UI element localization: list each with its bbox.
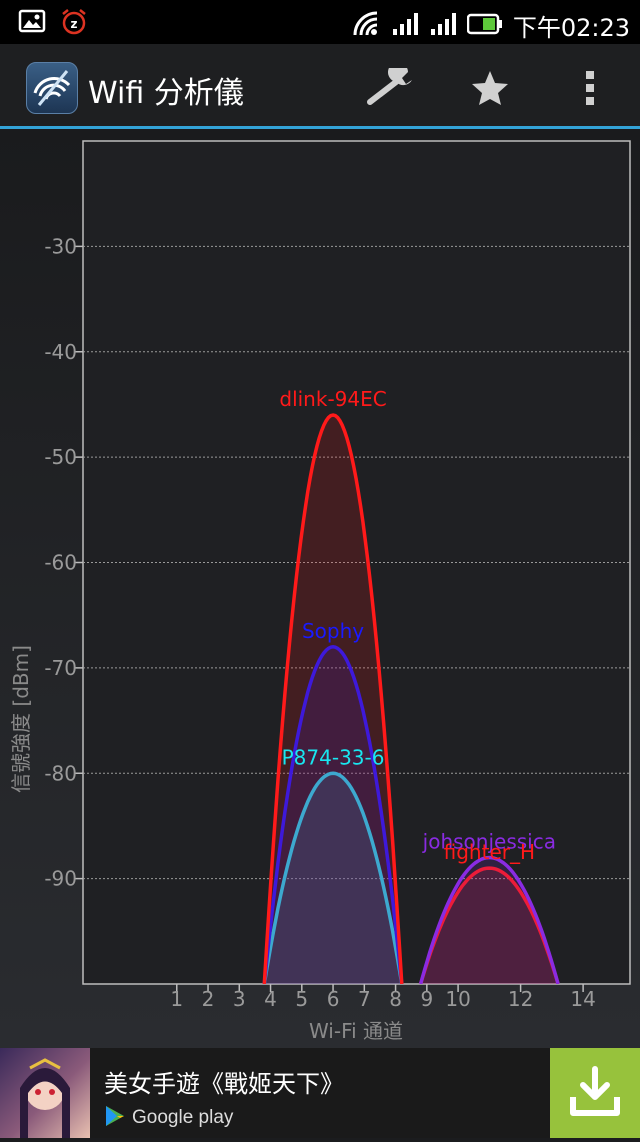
ad-title[interactable]: 美女手遊《戰姬天下》	[104, 1064, 344, 1099]
clock: 下午02:23	[512, 14, 630, 42]
x-tick-label: 2	[202, 987, 215, 1011]
x-tick-label: 1	[170, 987, 183, 1011]
svg-text:z: z	[71, 17, 78, 31]
chart-svg: dlink-94ECSophyP874-33-6johsonjessicafig…	[9, 140, 631, 1043]
app-bar: Wifi 分析儀	[0, 44, 640, 126]
x-tick-label: 8	[389, 987, 402, 1011]
google-play-badge[interactable]: Google play	[104, 1104, 233, 1132]
y-tick-label: -50	[44, 445, 77, 469]
x-tick-label: 14	[570, 987, 595, 1011]
battery-icon	[466, 12, 503, 40]
app-logo-icon	[26, 62, 78, 114]
y-axis-title: 信號強度 [dBm]	[9, 645, 33, 793]
download-button[interactable]	[550, 1048, 640, 1138]
x-tick-label: 3	[233, 987, 246, 1011]
wifi-signal-icon	[353, 11, 381, 41]
x-tick-label: 12	[508, 987, 533, 1011]
cell-signal-icon	[429, 11, 457, 41]
app-title: Wifi 分析儀	[88, 76, 244, 111]
x-tick-label: 4	[264, 987, 277, 1011]
star-icon[interactable]	[462, 62, 518, 114]
y-tick-label: -90	[44, 867, 77, 891]
y-tick-label: -40	[44, 340, 77, 364]
status-bar: z 下午02:23	[0, 0, 640, 44]
y-tick-label: -30	[44, 234, 77, 258]
y-tick-label: -60	[44, 551, 77, 575]
wrench-icon[interactable]	[364, 62, 420, 114]
image-icon	[18, 8, 46, 40]
x-tick-label: 9	[420, 987, 433, 1011]
play-store-icon	[104, 1104, 126, 1132]
y-tick-label: -80	[44, 761, 77, 785]
network-label: fighter_H	[444, 840, 535, 864]
wifi-channel-chart: dlink-94EC Sophy P874-33-6 johsonjessica fig…	[0, 129, 640, 1048]
x-tick-label: 5	[295, 987, 308, 1011]
google-play-label: Google play	[132, 1107, 234, 1128]
x-axis-title: Wi-Fi 通道	[309, 1019, 403, 1043]
network-label: dlink-94EC	[279, 387, 386, 411]
x-tick-label: 6	[327, 987, 340, 1011]
x-tick-label: 7	[358, 987, 371, 1011]
cell-signal-icon	[391, 11, 419, 41]
alarm-icon: z	[60, 8, 88, 40]
download-icon	[567, 1063, 623, 1123]
ad-banner[interactable]: 美女手遊《戰姬天下》 Google play	[0, 1048, 640, 1138]
ad-character-image[interactable]	[0, 1048, 90, 1138]
network-label: Sophy	[302, 619, 364, 643]
x-tick-label: 10	[445, 987, 470, 1011]
y-tick-label: -70	[44, 656, 77, 680]
overflow-menu-icon[interactable]	[562, 62, 618, 114]
network-label: P874-33-6	[282, 745, 385, 769]
